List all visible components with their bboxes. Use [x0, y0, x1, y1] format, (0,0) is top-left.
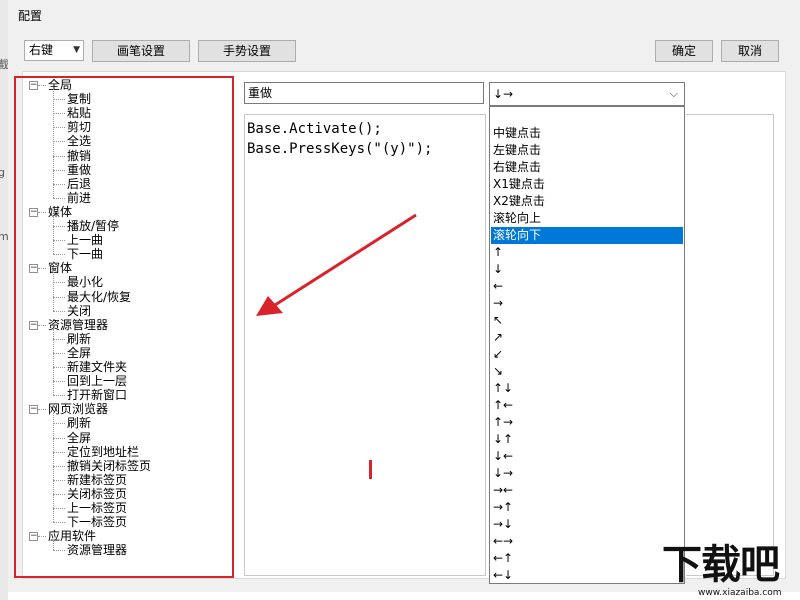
watermark-text: 下载吧: [662, 542, 780, 588]
annotation-arrow-icon: [256, 213, 417, 316]
watermark-logo: 下载吧 www.xiazaiba.com: [662, 540, 800, 600]
watermark-url: www.xiazaiba.com: [698, 588, 782, 598]
